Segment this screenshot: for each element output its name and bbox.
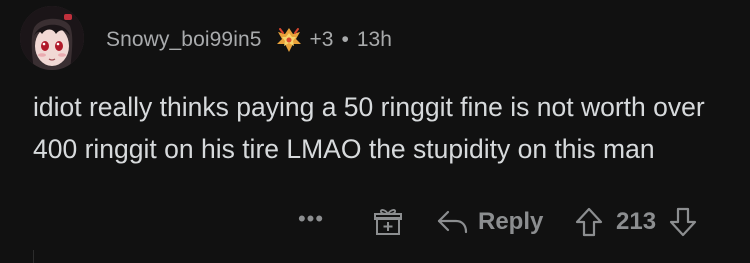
- reply-button[interactable]: Reply: [436, 204, 543, 240]
- timestamp: 13h: [356, 28, 392, 51]
- comment: Snowy_boi99in5 +3 • 13h idiot really thi…: [0, 0, 750, 263]
- downvote-arrow-icon[interactable]: [668, 206, 698, 238]
- avatar[interactable]: [20, 6, 84, 70]
- thread-line[interactable]: [33, 250, 34, 263]
- reply-label: Reply: [478, 208, 544, 235]
- comment-actions: ••• Reply 213: [0, 200, 750, 244]
- gift-icon: [374, 209, 402, 235]
- username[interactable]: Snowy_boi99in5: [106, 28, 262, 52]
- comment-body: idiot really thinks paying a 50 ringgit …: [33, 92, 705, 164]
- upvote-arrow-icon[interactable]: [574, 206, 604, 238]
- award-count: +3: [309, 28, 334, 51]
- separator-dot: •: [341, 28, 349, 51]
- gift-award-button[interactable]: [372, 206, 404, 238]
- more-options-button[interactable]: •••: [296, 208, 326, 236]
- more-options-icon: •••: [297, 206, 325, 231]
- award-icon[interactable]: [274, 25, 304, 55]
- reply-arrow-icon: [437, 210, 468, 234]
- vote-score: 213: [616, 208, 657, 235]
- avatar-image: [20, 6, 84, 70]
- vote-controls: 213: [574, 204, 698, 240]
- comment-header: Snowy_boi99in5 +3 • 13h: [106, 22, 392, 58]
